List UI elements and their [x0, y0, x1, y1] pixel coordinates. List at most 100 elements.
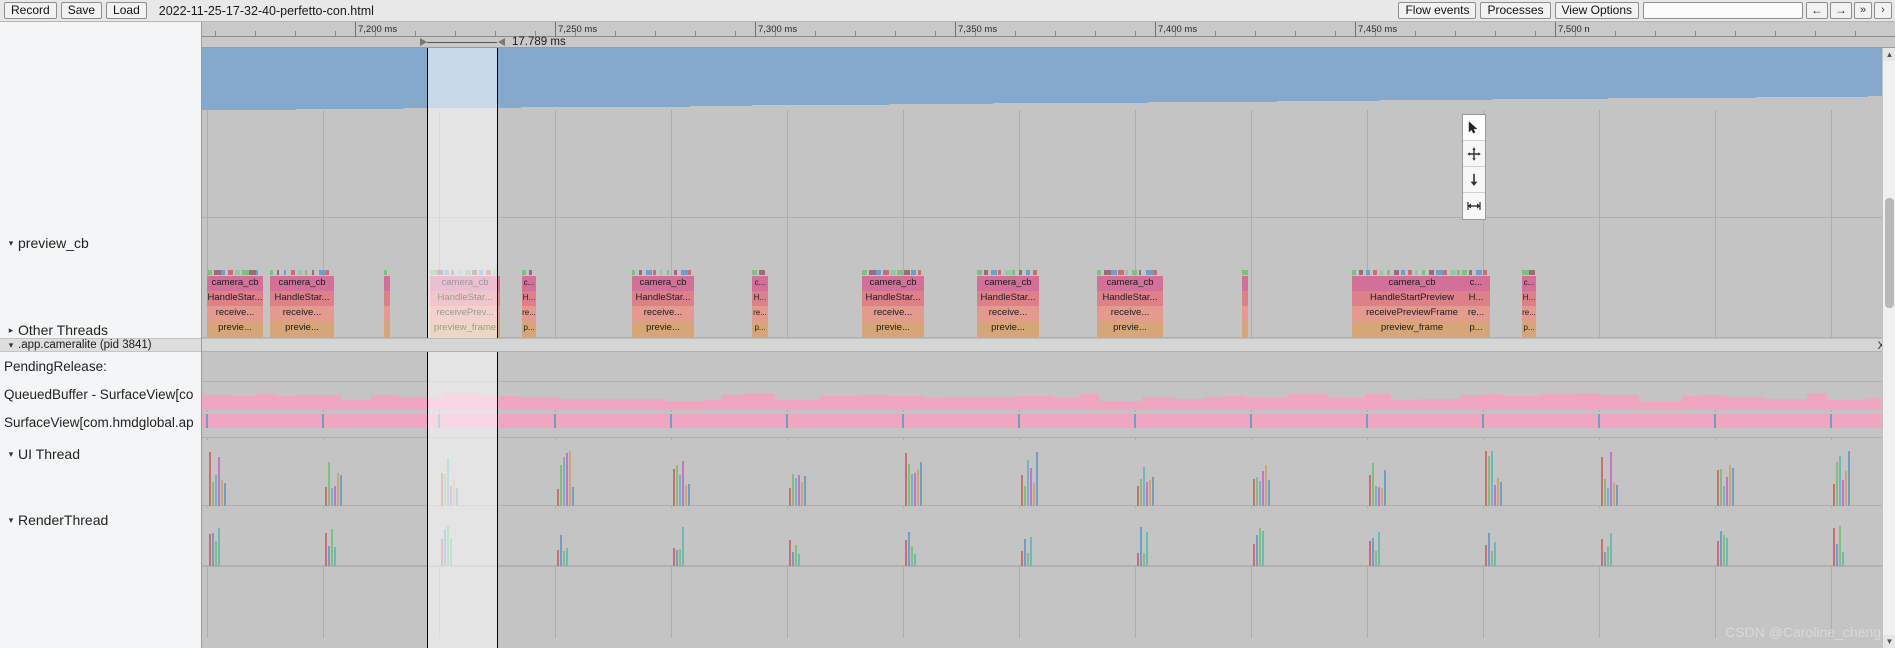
ui-thread-event[interactable]	[209, 452, 211, 506]
sidebar-item-preview-cb[interactable]: ▾ preview_cb	[0, 228, 202, 258]
render-thread-event[interactable]	[209, 534, 211, 566]
render-thread-event[interactable]	[328, 546, 330, 566]
ui-thread-event[interactable]	[1149, 480, 1151, 506]
render-thread-event[interactable]	[682, 527, 684, 566]
ui-thread-event[interactable]	[456, 488, 458, 506]
ui-thread-event[interactable]	[1021, 475, 1023, 506]
ui-thread-event[interactable]	[1616, 485, 1618, 506]
timeline-slice[interactable]: re...	[522, 306, 536, 321]
timeline-slice[interactable]: receivePreviewFrame	[1352, 306, 1472, 321]
processes-button[interactable]: Processes	[1480, 2, 1550, 19]
timeline-slice[interactable]: receive...	[1097, 306, 1163, 321]
ui-thread-event[interactable]	[334, 486, 336, 506]
ui-thread-event[interactable]	[569, 451, 571, 506]
ui-thread-event[interactable]	[1262, 471, 1264, 506]
ui-thread-event[interactable]	[1030, 468, 1032, 506]
render-thread-event[interactable]	[914, 554, 916, 566]
ui-thread-event[interactable]	[1488, 456, 1490, 506]
timeline-slice[interactable]: previe...	[270, 321, 334, 336]
ui-thread-event[interactable]	[563, 457, 565, 506]
timeline-slice[interactable]	[384, 321, 390, 336]
ui-thread-event[interactable]	[1146, 482, 1148, 506]
ui-thread-event[interactable]	[1836, 462, 1838, 506]
ui-thread-event[interactable]	[212, 482, 214, 506]
timeline-slice[interactable]: HandleStartPreview	[1352, 291, 1472, 306]
render-thread-event[interactable]	[1372, 538, 1374, 566]
ui-thread-event[interactable]	[801, 482, 803, 506]
ui-thread-event[interactable]	[1845, 471, 1847, 506]
timeline-slice[interactable]: camera_cb	[207, 276, 263, 291]
render-thread-event[interactable]	[331, 529, 333, 566]
ui-thread-event[interactable]	[218, 457, 220, 506]
chevron-right-icon[interactable]: ▸	[4, 325, 18, 336]
timeline-slice[interactable]: H...	[1522, 291, 1536, 306]
ui-thread-event[interactable]	[792, 474, 794, 506]
ui-thread-event[interactable]	[560, 465, 562, 506]
render-thread-event[interactable]	[795, 545, 797, 566]
flow-events-button[interactable]: Flow events	[1398, 2, 1476, 19]
toolbar-overflow-button[interactable]: ›	[1874, 2, 1892, 19]
render-thread-track[interactable]	[202, 508, 1895, 566]
process-group-row[interactable]: X	[202, 338, 1895, 352]
sidebar-item-queued-buffer[interactable]: QueuedBuffer - SurfaceView[co	[0, 384, 202, 404]
render-thread-event[interactable]	[1262, 531, 1264, 566]
timeline-slice[interactable]: camera_cb	[1097, 276, 1163, 291]
ui-thread-event[interactable]	[798, 475, 800, 506]
ui-thread-event[interactable]	[1485, 451, 1487, 506]
timeline-slice[interactable]: previe...	[977, 321, 1039, 336]
timeline-slice[interactable]: HandleStar...	[862, 291, 924, 306]
scroll-down-icon[interactable]: ▼	[1883, 635, 1895, 648]
ui-thread-event[interactable]	[1732, 468, 1734, 506]
render-thread-event[interactable]	[789, 540, 791, 566]
ui-thread-event[interactable]	[557, 489, 559, 506]
render-thread-event[interactable]	[563, 551, 565, 566]
timeline-slice[interactable]: receive...	[207, 306, 263, 321]
render-thread-event[interactable]	[1143, 553, 1145, 566]
render-thread-event[interactable]	[911, 546, 913, 566]
search-input[interactable]	[1644, 5, 1802, 17]
search-next-button[interactable]: →	[1830, 2, 1852, 19]
chevron-down-icon-process[interactable]: ▾	[4, 340, 18, 351]
timeline-slice[interactable]: preview_frame	[430, 321, 500, 336]
timeline-slice[interactable]: camera_cb	[862, 276, 924, 291]
render-thread-event[interactable]	[1717, 541, 1719, 566]
render-thread-event[interactable]	[444, 529, 446, 566]
sidebar-item-process-cameralite[interactable]: ▾ .app.cameralite (pid 3841)	[0, 338, 202, 352]
timeline-slice[interactable]	[1242, 306, 1248, 321]
timeline-slice[interactable]	[1242, 291, 1248, 306]
timeline-slice[interactable]: receivePrev...	[430, 306, 500, 321]
render-thread-event[interactable]	[1839, 526, 1841, 566]
ui-thread-event[interactable]	[1610, 452, 1612, 506]
render-thread-event[interactable]	[447, 526, 449, 566]
timeline-slice[interactable]: c...	[1522, 276, 1536, 291]
render-thread-event[interactable]	[557, 550, 559, 566]
timeline-slice[interactable]: re...	[1462, 306, 1490, 321]
ui-thread-event[interactable]	[911, 474, 913, 506]
render-thread-event[interactable]	[1253, 544, 1255, 566]
pending-release-track[interactable]	[202, 354, 1895, 382]
ui-thread-event[interactable]	[337, 473, 339, 506]
timeline-slice[interactable]: re...	[1522, 306, 1536, 321]
vertical-scrollbar[interactable]: ▲ ▼	[1882, 48, 1895, 648]
save-button[interactable]: Save	[61, 2, 102, 19]
render-thread-event[interactable]	[1030, 537, 1032, 566]
chevron-down-icon-render[interactable]: ▾	[4, 515, 18, 526]
ui-thread-event[interactable]	[804, 476, 806, 506]
render-thread-event[interactable]	[325, 533, 327, 566]
ui-thread-event[interactable]	[682, 461, 684, 506]
search-more-button[interactable]: »	[1854, 2, 1872, 19]
ui-thread-event[interactable]	[444, 474, 446, 506]
ui-thread-event[interactable]	[1494, 485, 1496, 506]
timeline-slice[interactable]: previe...	[1097, 321, 1163, 336]
ui-thread-event[interactable]	[1717, 470, 1719, 506]
render-thread-event[interactable]	[1491, 551, 1493, 566]
timeline-slice[interactable]: p...	[752, 321, 768, 336]
sidebar-item-render-thread[interactable]: ▾ RenderThread	[0, 508, 202, 532]
render-thread-event[interactable]	[673, 548, 675, 566]
ui-thread-event[interactable]	[789, 488, 791, 506]
ui-thread-event[interactable]	[331, 488, 333, 506]
overview-minimap[interactable]	[202, 48, 1895, 110]
ui-thread-event[interactable]	[566, 453, 568, 506]
ui-thread-event[interactable]	[908, 464, 910, 506]
surfaceview-slice[interactable]	[202, 414, 1895, 428]
